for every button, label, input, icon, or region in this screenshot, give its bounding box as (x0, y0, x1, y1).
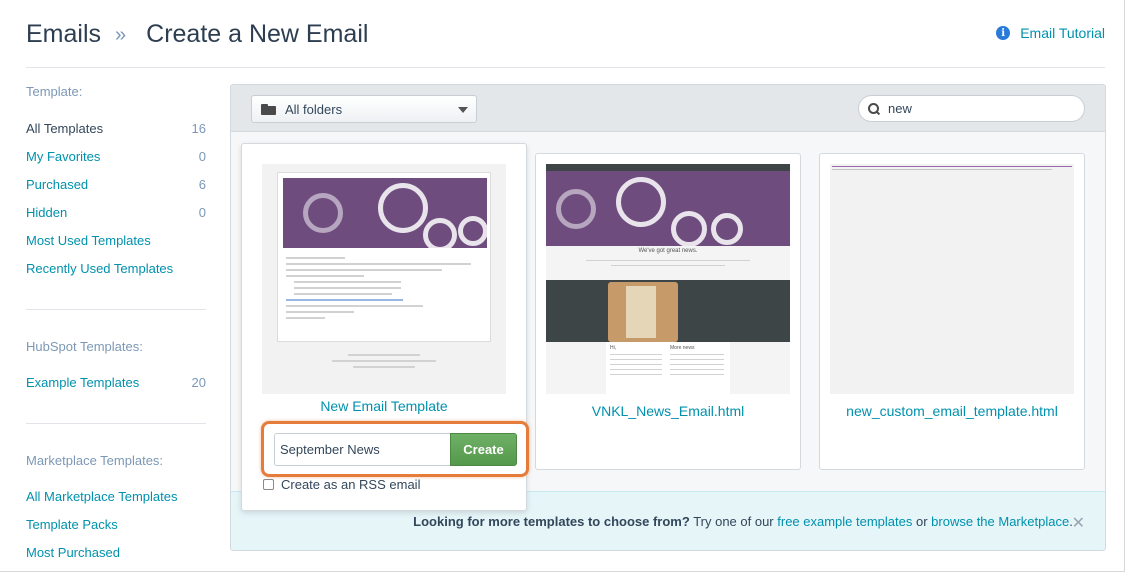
browse-marketplace-link[interactable]: browse the Marketplace (931, 514, 1069, 529)
template-toolbar: All folders (231, 85, 1105, 132)
search-icon (868, 102, 880, 115)
thumbnail-banner-image (546, 171, 790, 246)
sidebar-item-label: All Templates (26, 121, 104, 136)
thumbnail-topbar (546, 164, 790, 171)
thumbnail-col2: More news (670, 345, 695, 351)
sidebar-item-label: Example Templates (26, 375, 140, 390)
thumbnail-text-lines (586, 260, 750, 266)
sidebar-item-label: Template Packs (26, 517, 118, 532)
sidebar-item-count: 6 (198, 177, 206, 192)
thumbnail-col1: Hi, (610, 345, 617, 351)
sidebar-item-label: Hidden (26, 205, 68, 220)
template-thumbnail[interactable] (830, 164, 1074, 394)
template-card[interactable]: new_custom_email_template.html (819, 153, 1085, 470)
header-divider (26, 67, 1105, 68)
sidebar-divider (26, 309, 206, 310)
close-icon[interactable]: ✕ (1072, 513, 1085, 533)
template-filter-list: All Templates 16 My Favorites 0 Purchase… (26, 115, 206, 283)
template-name[interactable]: VNKL_News_Email.html (536, 403, 800, 419)
sidebar-item-label: Recently Used Templates (26, 261, 174, 276)
sidebar-item-all-templates[interactable]: All Templates 16 (26, 115, 206, 143)
thumbnail-photo-band (546, 280, 790, 342)
sidebar-item-most-purchased[interactable]: Most Purchased (26, 539, 206, 567)
page-title: Create a New Email (146, 19, 369, 48)
template-search[interactable] (858, 95, 1085, 122)
app-frame: Emails » Create a New Email i Email Tuto… (0, 0, 1125, 572)
thumbnail-heading: We've got great news. (638, 248, 698, 254)
sidebar-item-most-used[interactable]: Most Used Templates (26, 227, 206, 255)
marketplace-section-title: Marketplace Templates: (26, 453, 164, 468)
rss-checkbox[interactable] (263, 479, 274, 490)
promo-text: or (912, 513, 932, 529)
sidebar-item-label: Most Used Templates (26, 233, 151, 248)
email-tutorial-link[interactable]: i Email Tutorial (996, 25, 1105, 41)
sidebar-item-count: 16 (191, 121, 206, 136)
template-name[interactable]: New Email Template (242, 398, 526, 414)
template-card[interactable]: We've got great news. Hi, More news VNKL… (535, 153, 801, 470)
email-tutorial-label: Email Tutorial (1020, 25, 1105, 41)
email-name-input[interactable] (274, 433, 452, 466)
thumbnail-text-lines (286, 257, 481, 323)
chevron-down-icon (458, 107, 468, 113)
sidebar-item-example-templates[interactable]: Example Templates 20 (26, 369, 206, 397)
template-browser: All folders new New Email Template Septe… (230, 84, 1106, 551)
create-email-highlight: Create (261, 421, 529, 477)
sidebar-item-count: 0 (198, 149, 206, 164)
template-card-selected[interactable]: New Email Template Create Create as an R… (241, 143, 529, 511)
thumbnail-footer-lines (332, 354, 436, 368)
info-icon: i (996, 26, 1011, 40)
promo-lead-text: Looking for more templates to choose fro… (413, 513, 690, 529)
hubspot-section-title: HubSpot Templates: (26, 339, 143, 354)
folder-dropdown[interactable]: All folders (251, 95, 477, 123)
sidebar-item-hidden[interactable]: Hidden 0 (26, 199, 206, 227)
sidebar-divider (26, 423, 206, 424)
hubspot-filter-list: Example Templates 20 (26, 369, 206, 397)
sidebar-item-label: Purchased (26, 177, 89, 192)
create-button[interactable]: Create (450, 433, 517, 466)
search-input[interactable] (888, 101, 1068, 116)
sidebar-item-all-marketplace[interactable]: All Marketplace Templates (26, 483, 206, 511)
sidebar-item-count: 0 (198, 205, 206, 220)
template-thumbnail[interactable] (262, 164, 506, 394)
thumbnail-page (277, 172, 491, 342)
promo-text: Try one of our (689, 513, 778, 529)
template-section-title: Template: (26, 84, 83, 99)
marketplace-filter-list: All Marketplace Templates Template Packs… (26, 483, 206, 567)
rss-checkbox-label: Create as an RSS email (281, 477, 421, 492)
folder-icon (261, 103, 276, 115)
sidebar-item-label: All Marketplace Templates (26, 489, 178, 504)
breadcrumb-emails[interactable]: Emails (26, 20, 101, 49)
thumbnail-banner-image (283, 178, 487, 248)
sidebar-item-purchased[interactable]: Purchased 6 (26, 171, 206, 199)
sidebar: Template: All Templates 16 My Favorites … (26, 84, 206, 567)
sidebar-item-label: My Favorites (26, 149, 101, 164)
breadcrumb-separator: » (115, 23, 127, 46)
sidebar-item-template-packs[interactable]: Template Packs (26, 511, 206, 539)
thumbnail-topline (832, 166, 1072, 167)
thumbnail-text-lines (832, 169, 1052, 170)
sidebar-item-label: Most Purchased (26, 545, 120, 560)
page-header: Emails » Create a New Email (26, 16, 368, 52)
template-thumbnail[interactable]: We've got great news. Hi, More news (546, 164, 790, 394)
sidebar-item-my-favorites[interactable]: My Favorites 0 (26, 143, 206, 171)
template-name[interactable]: new_custom_email_template.html (820, 403, 1084, 419)
folder-dropdown-value: All folders (285, 101, 343, 117)
thumbnail-columns: Hi, More news (606, 342, 730, 394)
sidebar-item-recently-used[interactable]: Recently Used Templates (26, 255, 206, 283)
sidebar-item-count: 20 (191, 375, 206, 390)
free-example-templates-link[interactable]: free example templates (777, 514, 912, 529)
rss-option[interactable]: Create as an RSS email (263, 477, 420, 492)
